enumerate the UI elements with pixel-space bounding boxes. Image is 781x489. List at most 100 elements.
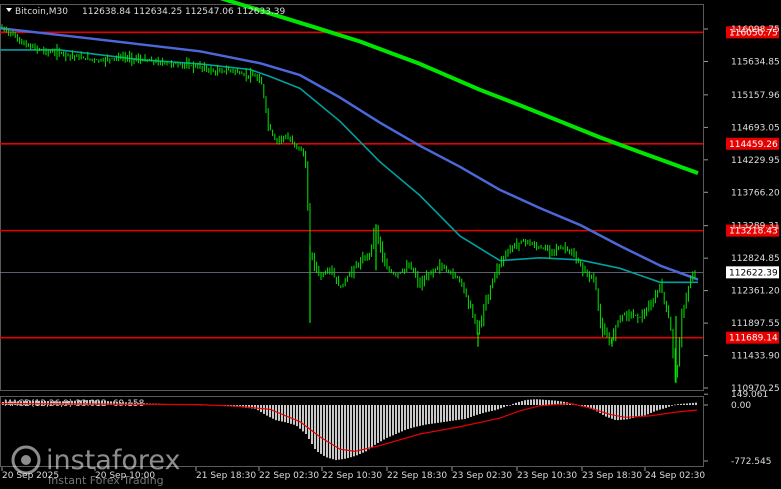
macd-histogram-bar [611, 405, 613, 419]
macd-histogram-bar [665, 405, 667, 408]
x-tick-label: 23 Sep 18:30 [582, 471, 642, 481]
macd-histogram-bar [329, 405, 331, 459]
y-tick-label: 111433.90 [731, 352, 780, 362]
macd-histogram-bar [695, 402, 697, 405]
macd-histogram-bar [509, 405, 511, 406]
macd-histogram-bar [467, 405, 469, 419]
macd-histogram-bar [533, 399, 535, 405]
y-tick-label: 116098.75 [731, 25, 780, 35]
symbol-label: Bitcoin,M30 [15, 7, 68, 17]
macd-histogram-bar [413, 405, 415, 428]
x-tick-label: 22 Sep 02:30 [259, 471, 319, 481]
macd-histogram-bar [281, 405, 283, 422]
macd-histogram-bar [539, 399, 541, 405]
macd-histogram-bar [524, 400, 526, 405]
trading-chart: 116050.75114459.26113218.43111689.141126… [0, 0, 781, 489]
macd-histogram-bar [341, 405, 343, 460]
macd-histogram-bar [641, 405, 643, 417]
macd-histogram-bar [473, 405, 475, 416]
macd-histogram-bar [290, 405, 292, 424]
macd-histogram-bar [359, 405, 361, 455]
macd-histogram-bar [602, 405, 604, 415]
x-tick-label: 22 Sep 10:30 [322, 471, 382, 481]
macd-histogram-bar [464, 405, 466, 419]
y-tick-label: 115634.85 [731, 57, 780, 67]
macd-histogram-bar [374, 405, 376, 445]
macd-histogram-bar [635, 405, 637, 418]
macd-histogram-bar [692, 402, 694, 405]
watermark-tagline: Instant Forex Trading [48, 474, 164, 487]
macd-histogram-bar [335, 405, 337, 461]
macd-histogram-bar [431, 405, 433, 424]
price-level-label: 114459.26 [729, 140, 778, 150]
macd-histogram-bar [662, 405, 664, 409]
macd-histogram-bar [407, 405, 409, 430]
macd-histogram-bar [269, 405, 271, 418]
macd-histogram-bar [638, 405, 640, 417]
macd-histogram-bar [422, 405, 424, 426]
macd-histogram-bar [38, 400, 40, 405]
y-tick-label: 113766.20 [731, 188, 780, 198]
macd-histogram-bar [434, 405, 436, 424]
macd-histogram-bar [542, 399, 544, 405]
macd-histogram-bar [437, 405, 439, 423]
macd-histogram-bar [23, 400, 25, 405]
macd-histogram-bar [377, 405, 379, 443]
current-price-label: 112622.39 [729, 268, 778, 278]
macd-histogram-bar [356, 405, 358, 456]
y-tick-label: 114229.95 [731, 156, 780, 166]
macd-tick-label: 149.061 [731, 390, 768, 400]
macd-histogram-bar [416, 405, 418, 427]
y-tick-label: 112361.20 [731, 287, 780, 297]
macd-histogram-bar [491, 405, 493, 411]
x-tick-label: 23 Sep 10:30 [517, 471, 577, 481]
macd-histogram-bar [317, 405, 319, 452]
macd-histogram-bar [326, 405, 328, 458]
y-tick-label: 115157.96 [731, 91, 780, 101]
macd-histogram-bar [311, 405, 313, 444]
macd-histogram-bar [305, 405, 307, 434]
macd-histogram-bar [29, 400, 31, 405]
macd-histogram-bar [272, 405, 274, 419]
macd-histogram-bar [647, 405, 649, 415]
watermark-brand: instaforex [46, 445, 180, 476]
x-tick-label: 24 Sep 02:30 [645, 471, 705, 481]
macd-histogram-bar [659, 405, 661, 410]
macd-histogram-bar [386, 405, 388, 438]
macd-histogram-bar [458, 405, 460, 420]
macd-histogram-bar [476, 405, 478, 415]
macd-histogram-bar [500, 405, 502, 409]
macd-histogram-bar [488, 405, 490, 412]
macd-histogram-bar [527, 399, 529, 405]
macd-histogram-bar [497, 405, 499, 410]
macd-histogram-bar [482, 405, 484, 414]
macd-histogram-bar [449, 405, 451, 422]
macd-histogram-bar [266, 405, 268, 416]
macd-histogram-bar [653, 405, 655, 412]
y-tick-label: 112824.85 [731, 254, 780, 264]
macd-histogram-bar [365, 405, 367, 452]
macd-histogram-bar [617, 405, 619, 421]
macd-histogram-bar [392, 405, 394, 436]
macd-histogram-bar [512, 403, 514, 405]
macd-histogram-bar [314, 405, 316, 450]
macd-histogram-bar [299, 405, 301, 429]
ohlc-readout: 112638.84 112634.25 112547.06 112633.39 [82, 7, 286, 17]
logo-core-icon [21, 455, 31, 465]
macd-histogram-bar [41, 400, 43, 405]
macd-histogram-bar [287, 405, 289, 423]
macd-histogram-bar [446, 405, 448, 422]
x-tick-label: 21 Sep 18:30 [196, 471, 256, 481]
x-tick-label: 22 Sep 18:30 [387, 471, 447, 481]
macd-histogram-bar [536, 399, 538, 405]
macd-histogram-bar [494, 405, 496, 411]
macd-histogram-bar [371, 405, 373, 448]
macd-histogram-bar [644, 405, 646, 416]
macd-histogram-bar [455, 405, 457, 421]
macd-histogram-bar [398, 405, 400, 433]
macd-histogram-bar [485, 405, 487, 413]
macd-histogram-bar [530, 399, 532, 405]
macd-histogram-bar [338, 405, 340, 460]
chart-header: Bitcoin,M30 112638.84 112634.25 112547.0… [6, 7, 286, 17]
macd-histogram-bar [443, 405, 445, 422]
